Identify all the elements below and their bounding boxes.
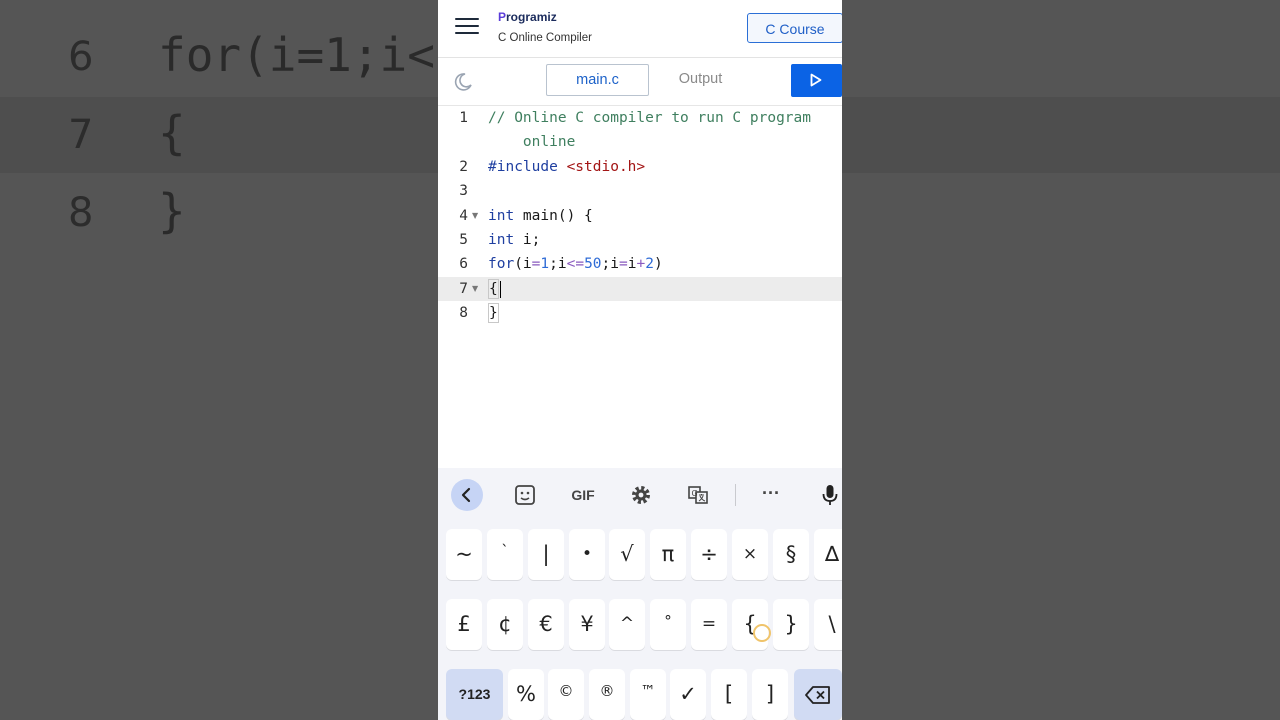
code-line: 1 // Online C compiler to run C program [438,106,842,130]
code-text: #include <stdio.h> [488,159,646,175]
key-divide[interactable]: ÷ [691,529,727,580]
play-icon [810,73,822,87]
tab-output[interactable]: Output [649,64,752,96]
key-equals[interactable]: = [691,599,727,650]
key-degree[interactable]: ° [650,599,686,650]
key-backtick[interactable]: ` [487,529,523,580]
key-backslash[interactable]: \ [814,599,842,650]
backspace-icon[interactable] [794,669,842,720]
fold-arrow-icon[interactable]: ▼ [472,204,478,228]
bg-line-number: 7 [68,112,94,158]
line-number: 7 [459,281,468,297]
key-yen[interactable]: ¥ [569,599,605,650]
bg-line-number: 6 [68,34,94,80]
key-copyright[interactable]: © [548,669,584,720]
gif-button[interactable]: GIF [567,479,599,511]
code-text: for(i=1;i<=50;i=i+2) [488,256,663,272]
code-editor[interactable]: 1 // Online C compiler to run C program … [438,106,842,466]
key-sqrt[interactable]: √ [609,529,645,580]
key-bullet[interactable]: • [569,529,605,580]
key-multiply[interactable]: × [732,529,768,580]
key-pipe[interactable]: | [528,529,564,580]
phone-screen: Programiz C Online Compiler C Course mai… [438,0,842,720]
key-pound[interactable]: £ [446,599,482,650]
line-number: 3 [459,183,468,199]
key-euro[interactable]: € [528,599,564,650]
bg-code: { [158,106,186,160]
key-right-bracket[interactable]: ] [752,669,788,720]
code-text: } [488,301,499,325]
run-button[interactable] [791,64,842,97]
line-number: 6 [459,256,468,272]
top-bar: Programiz C Online Compiler C Course [438,0,842,58]
more-icon[interactable]: ··· [755,479,787,511]
mic-icon[interactable] [814,479,842,511]
key-caret[interactable]: ^ [609,599,645,650]
line-number: 5 [459,232,468,248]
code-text: { [488,277,502,301]
key-left-bracket[interactable]: [ [711,669,747,720]
gear-icon[interactable] [625,479,657,511]
matched-brace: } [488,303,499,323]
key-numbers-123[interactable]: ?123 [446,669,503,720]
key-delta[interactable]: ∆ [814,529,842,580]
code-line: 3 [438,179,842,203]
programiz-logo[interactable]: Programiz [498,10,557,24]
key-trademark[interactable]: ™ [630,669,666,720]
on-screen-keyboard: GIF G ··· ~ ` | • √ π ÷ × § ∆ £ ¢ € ¥ ^ … [438,468,842,720]
toolbar-divider [735,484,736,506]
code-line: online [438,130,842,154]
tab-bar: main.c Output [438,57,842,106]
bg-code: for(i=1;i< [158,28,435,82]
code-text: online [488,134,576,150]
code-line-active: 7 ▼ { [438,277,842,301]
code-text: int main() { [488,208,593,224]
translate-icon[interactable]: G [682,479,714,511]
back-icon[interactable] [451,479,483,511]
key-cent[interactable]: ¢ [487,599,523,650]
code-line: 2 #include <stdio.h> [438,155,842,179]
code-line: 4 ▼ int main() { [438,204,842,228]
c-course-button[interactable]: C Course [747,13,842,43]
hamburger-menu-icon[interactable] [455,16,479,36]
code-line: 6 for(i=1;i<=50;i=i+2) [438,252,842,276]
line-number: 8 [459,305,468,321]
key-checkmark[interactable]: ✓ [670,669,706,720]
code-line: 8 } [438,301,842,325]
text-cursor [499,280,502,298]
key-percent[interactable]: % [508,669,544,720]
dark-mode-moon-icon[interactable] [452,71,474,93]
touch-indicator [753,624,771,642]
code-text: // Online C compiler to run C program [488,110,812,126]
line-number: 2 [459,159,468,175]
logo-initial: P [498,10,507,24]
bg-line-number: 8 [68,190,94,236]
tab-main-c[interactable]: main.c [546,64,649,96]
line-number: 1 [459,110,468,126]
sticker-icon[interactable] [509,479,541,511]
page-subtitle: C Online Compiler [498,32,592,44]
matched-brace: { [488,279,499,299]
key-right-brace[interactable]: } [773,599,809,650]
line-number: 4 [459,208,468,224]
bg-code: } [158,184,186,238]
svg-text:G: G [692,489,698,498]
key-section[interactable]: § [773,529,809,580]
key-registered[interactable]: ® [589,669,625,720]
code-text: int i; [488,232,541,248]
key-tilde[interactable]: ~ [446,529,482,580]
logo-text: rogramiz [506,10,557,24]
keyboard-toolbar: GIF G ··· [438,468,842,520]
fold-arrow-icon[interactable]: ▼ [472,277,478,301]
key-pi[interactable]: π [650,529,686,580]
code-line: 5 int i; [438,228,842,252]
